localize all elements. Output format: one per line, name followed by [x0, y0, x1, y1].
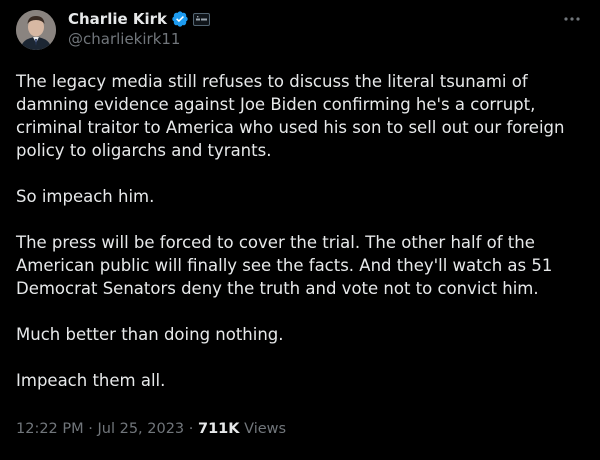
views-count: 711K	[198, 421, 240, 437]
views-label: Views	[244, 421, 287, 437]
more-options-icon	[564, 17, 580, 21]
tweet-paragraph: The legacy media still refuses to discus…	[16, 72, 565, 160]
tweet-meta: 12:22 PM · Jul 25, 2023 · 711K Views	[16, 421, 286, 437]
author-name-row: Charlie Kirk	[68, 9, 211, 29]
tweet-card: Charlie Kirk @charliekirk11 The legacy m…	[0, 0, 600, 460]
tweet-date[interactable]: Jul 25, 2023	[97, 421, 184, 437]
tweet-paragraph: So impeach him.	[16, 187, 155, 206]
tweet-paragraph: Much better than doing nothing.	[16, 325, 284, 344]
tweet-paragraph: Impeach them all.	[16, 371, 166, 390]
affiliate-badge-icon[interactable]	[193, 12, 211, 26]
tweet-text: The legacy media still refuses to discus…	[16, 70, 588, 392]
tweet-time[interactable]: 12:22 PM	[16, 421, 84, 437]
meta-separator: ·	[188, 421, 194, 437]
author-handle[interactable]: @charliekirk11	[68, 30, 180, 48]
tweet-paragraph: The press will be forced to cover the tr…	[16, 233, 553, 298]
verified-badge-icon	[171, 10, 189, 28]
author-display-name[interactable]: Charlie Kirk	[68, 10, 167, 28]
avatar[interactable]	[16, 10, 56, 50]
meta-separator: ·	[88, 421, 93, 437]
more-options-button[interactable]	[556, 8, 588, 30]
